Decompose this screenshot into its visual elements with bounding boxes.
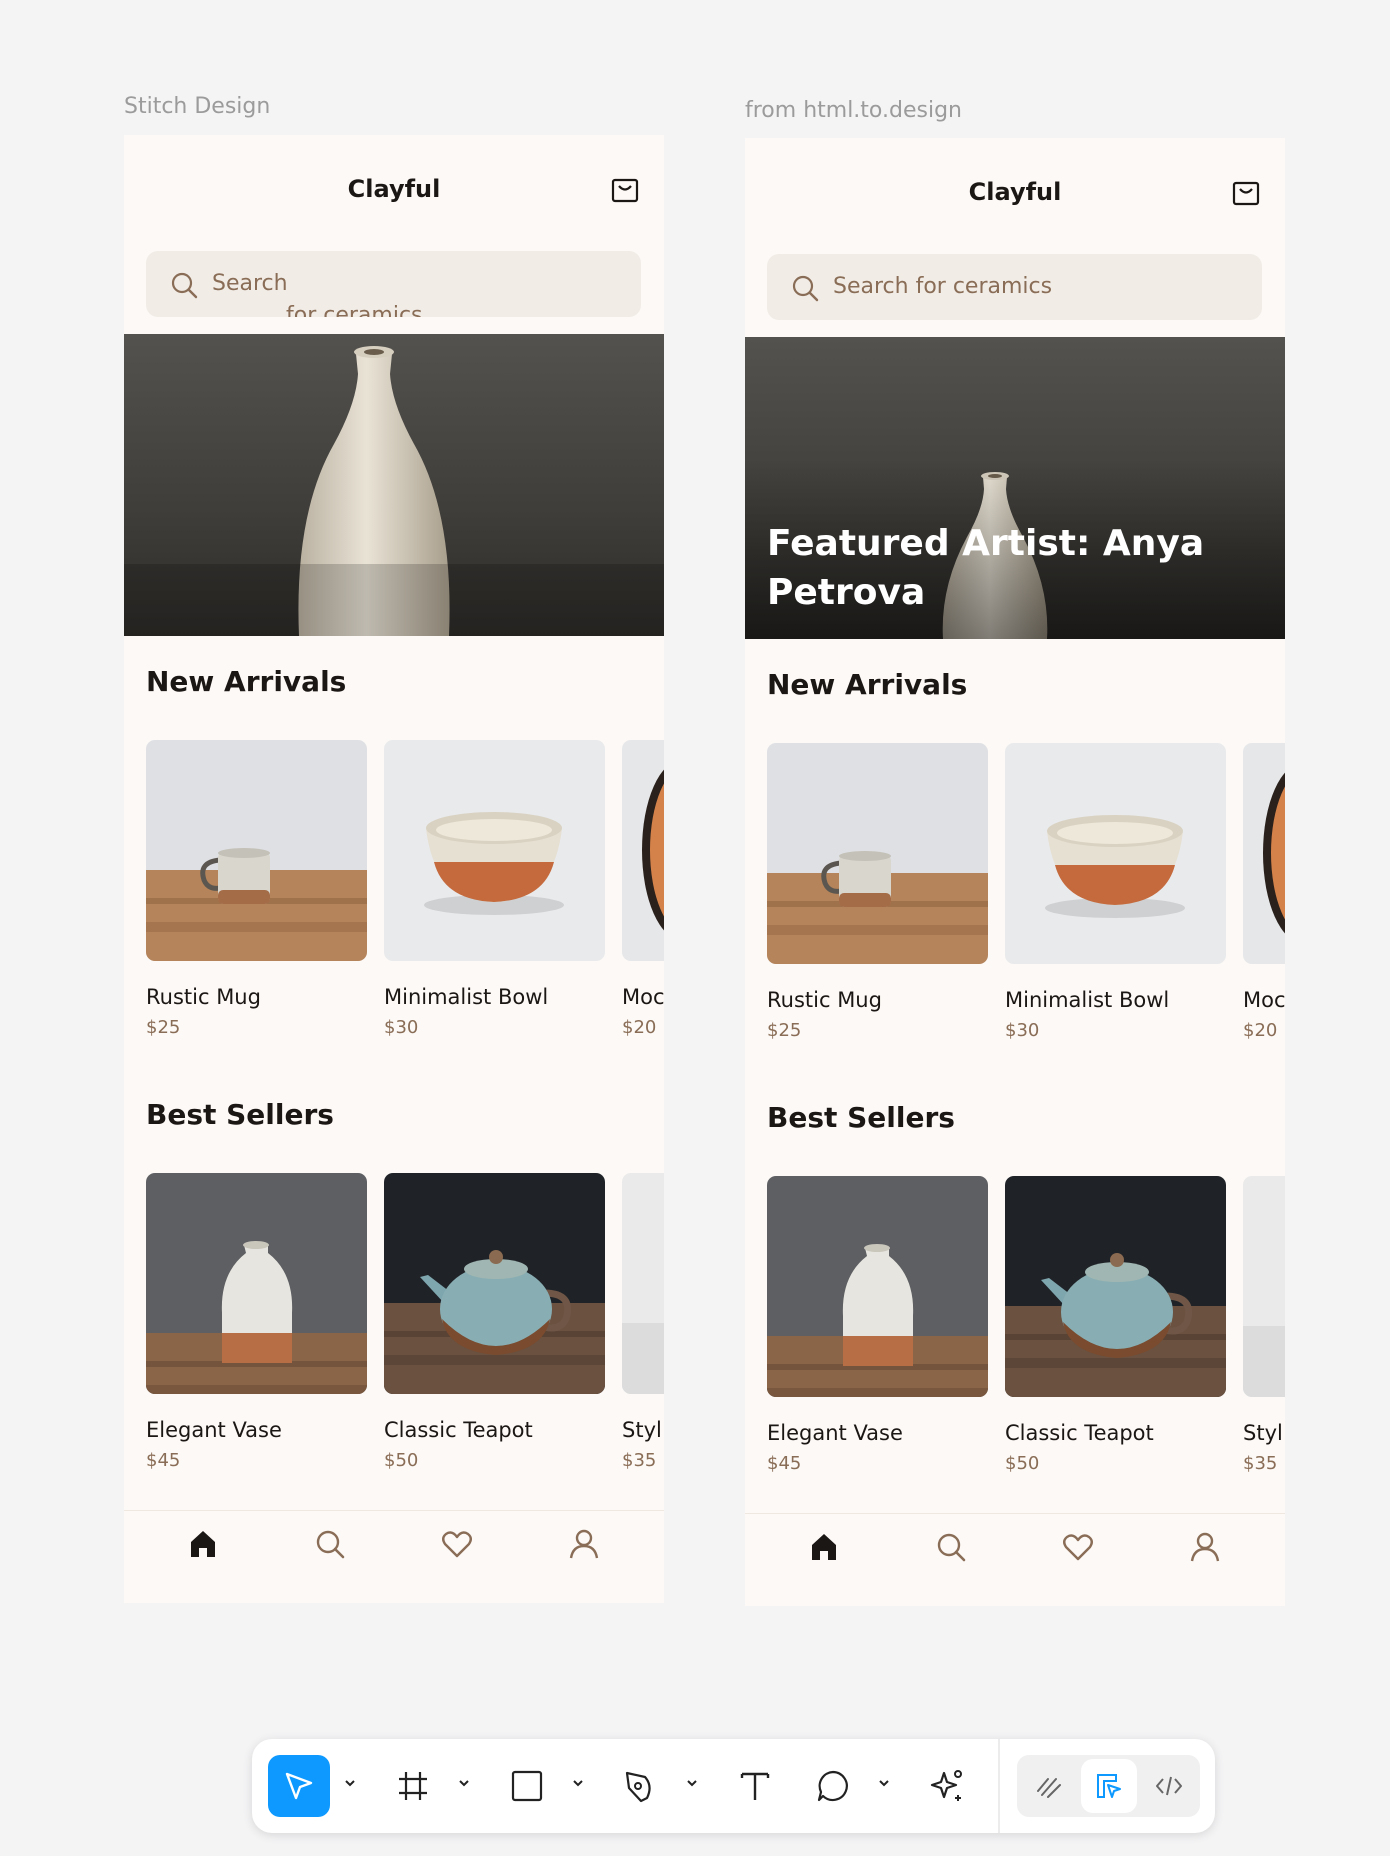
product-name: Rustic Mug [146,985,261,1009]
frame-caption-right: from html.to.design [745,98,962,123]
nav-search-icon[interactable] [313,1527,347,1561]
product-image[interactable] [384,740,605,961]
frame-caption-left: Stitch Design [124,94,271,119]
draw-mode-icon[interactable] [1021,1755,1077,1817]
product-image[interactable] [1243,743,1285,964]
product-card[interactable]: Moc $20 [622,740,664,1038]
product-card[interactable]: Minimalist Bowl $30 [384,740,605,1038]
product-price: $20 [622,1017,657,1038]
comment-tool-icon[interactable] [802,1755,864,1817]
product-image[interactable] [1005,743,1226,964]
bottom-nav [124,1510,664,1603]
product-price: $45 [767,1453,802,1474]
product-image[interactable] [146,1173,367,1394]
hero-vase-image [124,346,664,636]
product-card[interactable]: Styl $35 [622,1173,664,1471]
chevron-down-icon[interactable] [684,1775,700,1791]
nav-home-icon[interactable] [807,1530,841,1564]
nav-heart-icon[interactable] [440,1527,474,1561]
nav-heart-icon[interactable] [1061,1530,1095,1564]
product-name: Classic Teapot [384,1418,533,1442]
product-card[interactable]: Styl $35 [1243,1176,1285,1474]
section-title-new-arrivals: New Arrivals [767,668,968,701]
product-card[interactable]: Classic Teapot $50 [384,1173,605,1471]
design-toolbar [252,1739,1215,1833]
product-name: Elegant Vase [767,1421,903,1445]
text-tool-icon[interactable] [724,1755,786,1817]
product-price: $20 [1243,1020,1278,1041]
product-card[interactable]: Moc $20 [1243,743,1285,1041]
move-tool-icon[interactable] [268,1755,330,1817]
product-image[interactable] [622,740,664,961]
product-name: Moc [622,985,664,1009]
section-title-best-sellers: Best Sellers [146,1098,334,1131]
product-image[interactable] [767,1176,988,1397]
product-name: Minimalist Bowl [1005,988,1170,1012]
bottom-nav [745,1513,1285,1606]
product-name: Minimalist Bowl [384,985,549,1009]
shopping-bag-icon[interactable] [1231,178,1261,208]
hero-banner[interactable] [124,334,664,636]
product-card[interactable]: Elegant Vase $45 [146,1173,367,1471]
ai-tool-icon[interactable] [916,1755,978,1817]
product-name: Classic Teapot [1005,1421,1154,1445]
product-price: $30 [1005,1020,1040,1041]
product-image[interactable] [146,740,367,961]
search-placeholder-overflow: for ceramics [286,303,423,317]
product-price: $35 [622,1450,657,1471]
design-frame-right[interactable]: Clayful Search for ceramics Featured Art… [745,138,1285,1606]
product-price: $25 [146,1017,181,1038]
chevron-down-icon[interactable] [570,1775,586,1791]
mode-switcher [1017,1755,1200,1817]
product-name: Styl [1243,1421,1283,1445]
rectangle-tool-icon[interactable] [496,1755,558,1817]
section-title-new-arrivals: New Arrivals [146,665,347,698]
product-name: Rustic Mug [767,988,882,1012]
product-image[interactable] [384,1173,605,1394]
product-price: $50 [1005,1453,1040,1474]
app-title: Clayful [968,178,1062,206]
app-title: Clayful [347,175,441,203]
product-card[interactable]: Elegant Vase $45 [767,1176,988,1474]
product-image[interactable] [1005,1176,1226,1397]
nav-user-icon[interactable] [1188,1530,1222,1564]
product-name: Styl [622,1418,662,1442]
hero-banner[interactable]: Featured Artist: Anya Petrova [745,337,1285,639]
search-icon [170,271,198,299]
section-title-best-sellers: Best Sellers [767,1101,955,1134]
search-icon [791,274,819,302]
hero-title: Featured Artist: Anya Petrova [767,523,1205,613]
chevron-down-icon[interactable] [342,1775,358,1791]
design-mode-icon[interactable] [1081,1759,1137,1813]
product-card[interactable]: Rustic Mug $25 [146,740,367,1038]
product-price: $30 [384,1017,419,1038]
product-image[interactable] [622,1173,664,1394]
product-price: $45 [146,1450,181,1471]
search-placeholder: Search for ceramics [833,274,1053,299]
chevron-down-icon[interactable] [456,1775,472,1791]
product-price: $25 [767,1020,802,1041]
product-name: Elegant Vase [146,1418,282,1442]
product-name: Moc [1243,988,1285,1012]
nav-user-icon[interactable] [567,1527,601,1561]
shopping-bag-icon[interactable] [610,175,640,205]
frame-tool-icon[interactable] [382,1755,444,1817]
product-price: $50 [384,1450,419,1471]
search-input[interactable]: Search for ceramics [767,254,1262,320]
toolbar-divider [998,1739,1000,1833]
product-image[interactable] [1243,1176,1285,1397]
design-frame-left[interactable]: Clayful Search for ceramics New Arrivals… [124,135,664,1603]
chevron-down-icon[interactable] [876,1775,892,1791]
dev-mode-icon[interactable] [1141,1755,1197,1817]
product-card[interactable]: Rustic Mug $25 [767,743,988,1041]
search-input[interactable]: Search for ceramics [146,251,641,317]
product-card[interactable]: Classic Teapot $50 [1005,1176,1226,1474]
pen-tool-icon[interactable] [610,1755,672,1817]
product-card[interactable]: Minimalist Bowl $30 [1005,743,1226,1041]
product-image[interactable] [767,743,988,964]
nav-home-icon[interactable] [186,1527,220,1561]
nav-search-icon[interactable] [934,1530,968,1564]
product-price: $35 [1243,1453,1278,1474]
search-placeholder: Search [212,271,288,296]
